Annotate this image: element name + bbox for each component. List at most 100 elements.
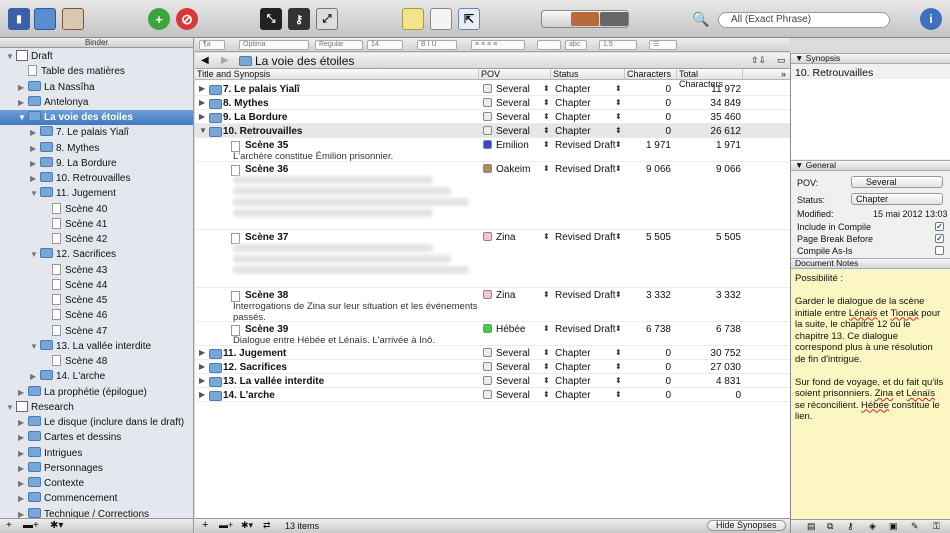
pov-stepper-icon[interactable]: ⬍ <box>543 348 550 357</box>
add-icon[interactable]: + <box>148 8 170 30</box>
binder-item[interactable]: ▶ 8. Mythes <box>0 141 193 156</box>
expand-icon[interactable]: ⤢ <box>316 8 338 30</box>
pov-stepper-icon[interactable]: ⬍ <box>543 390 550 399</box>
status-stepper-icon[interactable]: ⬍ <box>615 376 622 385</box>
outliner-row[interactable]: Scène 38 Interrogations de Zina sur leur … <box>195 288 790 323</box>
binder-item[interactable]: ▶ Contexte <box>0 476 193 491</box>
pov-cell[interactable]: Oakeim <box>483 164 530 175</box>
note-icon[interactable] <box>402 8 424 30</box>
snapshot-icon[interactable] <box>430 8 452 30</box>
binder-item[interactable]: ▶ 14. L'arche <box>0 369 193 384</box>
outliner-row[interactable]: ▶ 9. La Bordure Several ⬍ Chapter ⬍ 0 35 460 <box>195 110 790 124</box>
column-pov[interactable]: POV <box>479 69 551 80</box>
add-item-icon[interactable]: + <box>6 520 12 531</box>
disclosure-icon[interactable]: ▶ <box>199 98 205 107</box>
pov-cell[interactable]: Zina <box>483 290 515 301</box>
pov-stepper-icon[interactable]: ⬍ <box>543 126 550 135</box>
binder-item[interactable]: Scène 41 <box>0 217 193 232</box>
keywords-tab-icon[interactable]: ⚷ <box>847 521 854 532</box>
pov-cell[interactable]: Several <box>483 126 530 137</box>
binder-item[interactable]: Table des matières <box>0 64 193 79</box>
column-characters[interactable]: Characters <box>625 69 677 80</box>
disclosure-closed-icon[interactable]: ▶ <box>18 430 28 445</box>
status-value[interactable]: Chapter <box>555 112 591 123</box>
general-header[interactable]: ▼ General <box>791 160 950 171</box>
references-tab-icon[interactable]: ⧉ <box>827 521 833 532</box>
pov-stepper-icon[interactable]: ⬍ <box>543 290 550 299</box>
synopsis-title[interactable]: 10. Retrouvailles <box>795 67 873 79</box>
binder-item[interactable]: ▶ Antelonya <box>0 95 193 110</box>
status-value[interactable]: Chapter <box>555 362 591 373</box>
scrivenings-view-icon[interactable] <box>543 12 570 26</box>
snapshots-tab-icon[interactable]: ▣ <box>889 521 898 532</box>
add-folder-icon[interactable]: ▬+ <box>219 519 233 532</box>
status-stepper-icon[interactable]: ⬍ <box>615 362 622 371</box>
outliner-row[interactable]: ▶ 11. Jugement Several ⬍ Chapter ⬍ 0 30 752 <box>195 346 790 360</box>
keywords-icon[interactable]: ⚷ <box>288 8 310 30</box>
list-popup[interactable]: ☰ <box>649 40 677 50</box>
more-columns-icon[interactable]: » <box>779 69 790 80</box>
status-stepper-icon[interactable]: ⬍ <box>615 390 622 399</box>
binder-item[interactable]: ▶ 10. Retrouvailles <box>0 171 193 186</box>
disclosure-closed-icon[interactable]: ▶ <box>30 141 40 156</box>
status-value[interactable]: Chapter <box>555 376 591 387</box>
binder-item[interactable]: ▼ Research <box>0 400 193 415</box>
status-stepper-icon[interactable]: ⬍ <box>615 112 622 121</box>
disclosure-closed-icon[interactable]: ▶ <box>30 369 40 384</box>
editor-title[interactable]: La voie des étoiles <box>255 54 354 68</box>
status-stepper-icon[interactable]: ⬍ <box>615 232 622 241</box>
disclosure-open-icon[interactable]: ▼ <box>18 110 28 125</box>
font-family-popup[interactable]: Optima <box>239 40 309 50</box>
search-icon[interactable]: 🔍 <box>690 8 712 30</box>
font-size-popup[interactable]: 14 <box>367 40 403 50</box>
outliner-row[interactable]: ▶ 12. Sacrifices Several ⬍ Chapter ⬍ 0 27 030 <box>195 360 790 374</box>
hide-synopses-button[interactable]: Hide Synopses <box>707 520 786 531</box>
disclosure-closed-icon[interactable]: ▶ <box>18 476 28 491</box>
disclosure-closed-icon[interactable]: ▶ <box>30 125 40 140</box>
disclosure-closed-icon[interactable]: ▶ <box>18 80 28 95</box>
split-view-icon[interactable]: ▭ <box>777 55 786 66</box>
column-title[interactable]: Title and Synopsis <box>195 69 479 80</box>
status-stepper-icon[interactable]: ⬍ <box>615 290 622 299</box>
pov-cell[interactable]: Hébée <box>483 324 525 335</box>
binder-item[interactable]: Scène 47 <box>0 324 193 339</box>
document-notes-text[interactable]: Possibilité : Garder le dialogue de la s… <box>791 270 950 521</box>
disclosure-closed-icon[interactable]: ▶ <box>18 385 28 400</box>
status-stepper-icon[interactable]: ⬍ <box>615 126 622 135</box>
disclosure-icon[interactable]: ▶ <box>199 348 205 357</box>
pov-cell[interactable]: Several <box>483 98 530 109</box>
outliner-row[interactable]: Scène 35 L'archère constitue Émilion pris… <box>195 138 790 162</box>
pov-popup[interactable]: Several <box>851 176 943 188</box>
disclosure-closed-icon[interactable]: ▶ <box>18 491 28 506</box>
inspector-info-icon[interactable]: i <box>920 8 942 30</box>
binder-item[interactable]: Scène 44 <box>0 278 193 293</box>
pov-cell[interactable]: Emilion <box>483 140 529 151</box>
pov-stepper-icon[interactable]: ⬍ <box>543 112 550 121</box>
gear-icon[interactable]: ✱▾ <box>50 520 63 531</box>
status-stepper-icon[interactable]: ⬍ <box>615 84 622 93</box>
binder-item[interactable]: ▶ Personnages <box>0 461 193 476</box>
pov-cell[interactable]: Several <box>483 348 530 359</box>
binder-item[interactable]: Scène 43 <box>0 263 193 278</box>
view-mode-segmented[interactable] <box>541 10 629 28</box>
status-value[interactable]: Revised Draft <box>555 164 616 175</box>
disclosure-closed-icon[interactable]: ▶ <box>30 156 40 171</box>
search-input[interactable]: All (Exact Phrase) <box>718 12 890 28</box>
outliner-row[interactable]: Scène 37 Zina ⬍ Revised Draft ⬍ 5 505 5 505 <box>195 230 790 288</box>
status-value[interactable]: Chapter <box>555 390 591 401</box>
fullscreen-icon[interactable]: ⤡ <box>260 8 282 30</box>
outliner-row[interactable]: ▶ 13. La vallée interdite Several ⬍ Chapter ⬍… <box>195 374 790 388</box>
alignment-buttons[interactable]: ≡ ≡ ≡ ≡ <box>471 40 525 50</box>
synopsis-text-area[interactable] <box>791 79 950 159</box>
binder-toggle-icon[interactable]: ▮ <box>8 8 30 30</box>
text-color-well[interactable] <box>537 40 561 50</box>
navigate-up-down-icon[interactable]: ⇧⇩ <box>751 55 766 66</box>
highlight-color-well[interactable]: abc <box>565 40 587 50</box>
disclosure-icon[interactable]: ▼ <box>199 126 207 135</box>
outliner-row[interactable]: ▶ 14. L'arche Several ⬍ Chapter ⬍ 0 0 <box>195 388 790 402</box>
pov-stepper-icon[interactable]: ⬍ <box>543 232 550 241</box>
comments-tab-icon[interactable]: ✎ <box>911 521 919 532</box>
column-status[interactable]: Status <box>551 69 625 80</box>
binder-item[interactable]: ▶ Technique / Corrections <box>0 507 193 518</box>
pov-stepper-icon[interactable]: ⬍ <box>543 140 550 149</box>
